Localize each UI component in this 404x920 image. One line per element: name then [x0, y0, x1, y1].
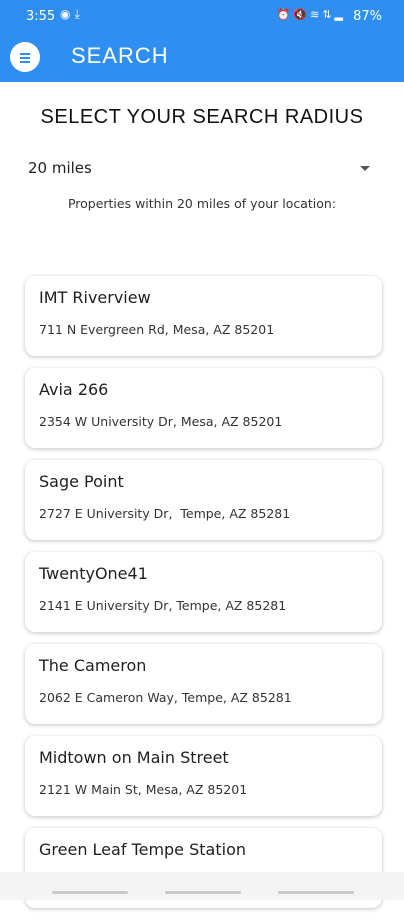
- property-name: Avia 266: [39, 380, 109, 399]
- nav-back-handle[interactable]: [278, 891, 354, 894]
- property-card[interactable]: The Cameron 2062 E Cameron Way, Tempe, A…: [25, 644, 382, 724]
- system-nav-bar: [0, 872, 404, 900]
- property-address: 711 N Evergreen Rd, Mesa, AZ 85201: [39, 322, 275, 337]
- menu-button[interactable]: [10, 42, 40, 72]
- property-address: 2062 E Cameron Way, Tempe, AZ 85281: [39, 690, 292, 705]
- app-bar: SEARCH: [0, 32, 404, 82]
- property-name: The Cameron: [39, 656, 147, 675]
- property-card[interactable]: TwentyOne41 2141 E University Dr, Tempe,…: [25, 552, 382, 632]
- property-address: 2121 W Main St, Mesa, AZ 85201: [39, 782, 248, 797]
- property-name: IMT Riverview: [39, 288, 151, 307]
- nav-recents-handle[interactable]: [52, 891, 128, 894]
- property-address: 2141 E University Dr, Tempe, AZ 85281: [39, 598, 287, 613]
- property-name: Green Leaf Tempe Station: [39, 840, 246, 859]
- status-time: 3:55: [26, 9, 56, 24]
- system-icons: ⏰🔇≋⇅▂: [276, 8, 346, 21]
- page-title: SELECT YOUR SEARCH RADIUS: [40, 106, 364, 128]
- status-bar: 3:55 ◉⤓ ⏰🔇≋⇅▂ 87%: [0, 0, 404, 32]
- notification-icons: ◉⤓: [60, 7, 84, 21]
- property-card[interactable]: Sage Point 2727 E University Dr, Tempe, …: [25, 460, 382, 540]
- property-name: Midtown on Main Street: [39, 748, 229, 767]
- radius-caption: Properties within 20 miles of your locat…: [67, 196, 337, 211]
- property-address: 2727 E University Dr, Tempe, AZ 85281: [39, 506, 291, 521]
- property-card[interactable]: Avia 266 2354 W University Dr, Mesa, AZ …: [25, 368, 382, 448]
- property-card[interactable]: Midtown on Main Street 2121 W Main St, M…: [25, 736, 382, 816]
- property-card[interactable]: IMT Riverview 711 N Evergreen Rd, Mesa, …: [25, 276, 382, 356]
- radius-dropdown[interactable]: 20 miles: [28, 155, 376, 183]
- chevron-down-icon: [360, 166, 370, 171]
- nav-home-handle[interactable]: [165, 891, 241, 894]
- property-list: IMT Riverview 711 N Evergreen Rd, Mesa, …: [25, 276, 382, 920]
- app-title: SEARCH: [71, 43, 169, 68]
- radius-selected-value: 20 miles: [28, 159, 92, 177]
- property-address: 2354 W University Dr, Mesa, AZ 85201: [39, 414, 283, 429]
- battery-percent: 87%: [353, 9, 382, 24]
- property-name: Sage Point: [39, 472, 124, 491]
- property-name: TwentyOne41: [39, 564, 148, 583]
